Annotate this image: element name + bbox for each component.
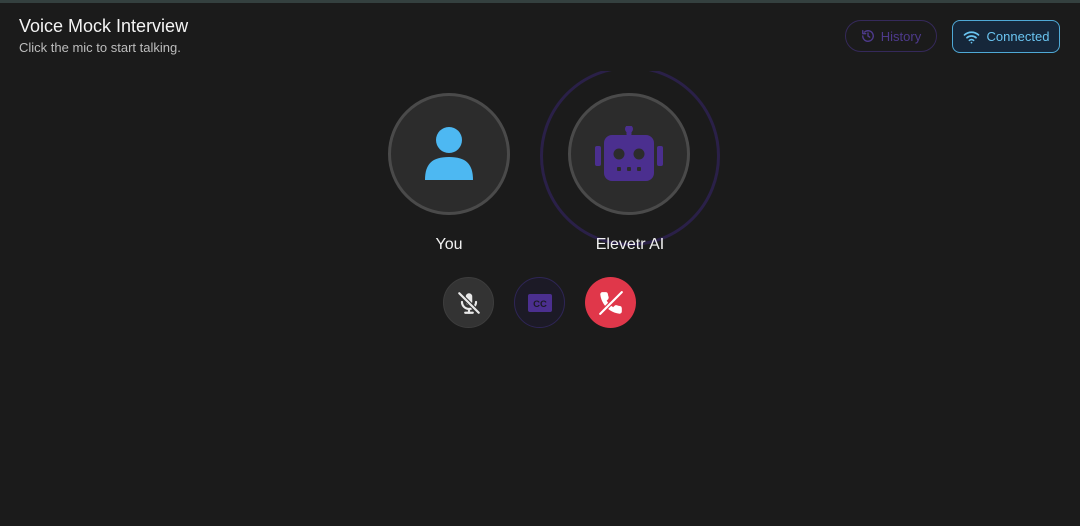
user-avatar xyxy=(388,93,510,215)
end-call-icon xyxy=(597,289,624,316)
history-icon xyxy=(861,29,875,43)
ai-avatar xyxy=(568,93,690,215)
end-call-button[interactable] xyxy=(585,277,636,328)
robot-icon xyxy=(595,126,663,182)
user-icon xyxy=(424,126,474,182)
mute-mic-button[interactable] xyxy=(443,277,494,328)
user-name-label: You xyxy=(435,236,463,253)
page-header: Voice Mock Interview Click the mic to st… xyxy=(19,15,188,56)
ring-mask xyxy=(530,60,730,71)
mic-off-icon xyxy=(456,290,482,316)
connection-status-button[interactable]: Connected xyxy=(952,20,1060,53)
page-title: Voice Mock Interview xyxy=(19,16,189,36)
wifi-icon xyxy=(963,30,980,44)
history-label: History xyxy=(880,28,922,44)
top-border xyxy=(0,0,1080,3)
captions-button[interactable]: CC xyxy=(514,277,565,328)
ai-name-label: Elevetr AI xyxy=(595,236,665,253)
connected-label: Connected xyxy=(986,29,1050,44)
history-button[interactable]: History xyxy=(845,20,937,52)
captions-icon: CC xyxy=(527,293,552,312)
svg-text:CC: CC xyxy=(533,299,547,310)
page-subtitle: Click the mic to start talking. xyxy=(19,40,181,55)
